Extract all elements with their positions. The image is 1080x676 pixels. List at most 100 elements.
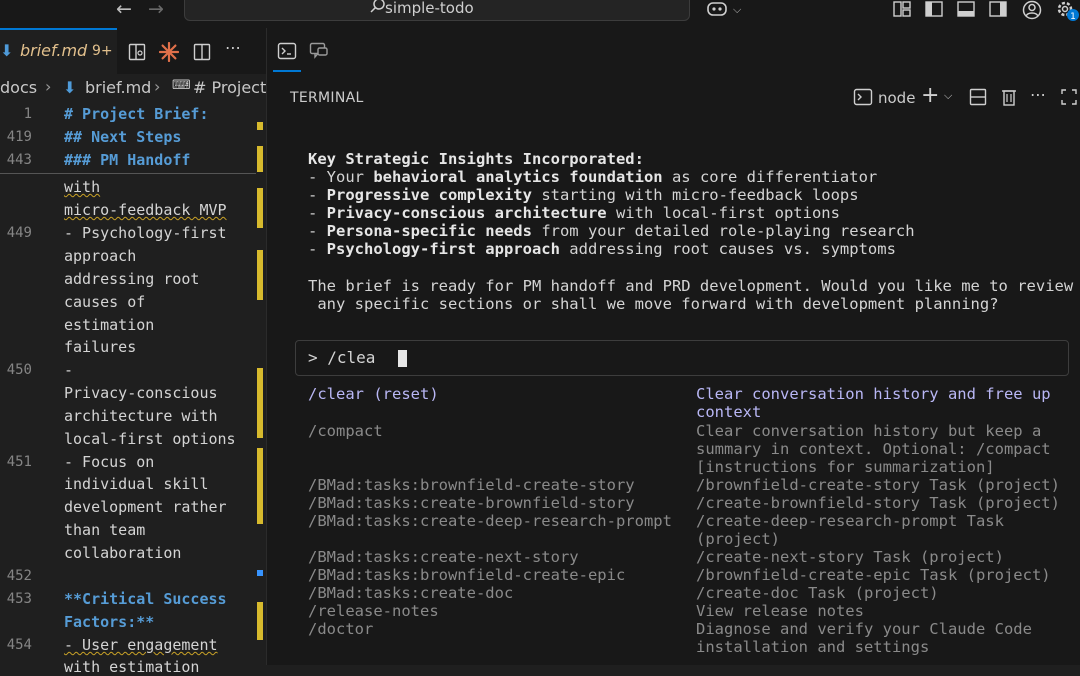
code-line: ## Next Steps <box>64 128 182 146</box>
suggestion-doctor[interactable]: /doctor <box>308 620 373 638</box>
back-arrow-icon[interactable]: ← <box>116 0 132 20</box>
ruler-marker <box>257 146 263 172</box>
copilot-icon[interactable] <box>706 0 728 18</box>
code-line: causes of <box>64 293 146 311</box>
insights-heading: Key Strategic Insights Incorporated: <box>308 150 644 168</box>
breadcrumb-file[interactable]: brief.md <box>85 78 151 97</box>
insight-line: - Persona-specific needs from your detai… <box>308 222 915 240</box>
suggestion-desc: /create-doc Task (project) <box>696 584 939 602</box>
code-line: **Critical Success <box>64 590 227 608</box>
terminal-tab-bar <box>267 28 1080 74</box>
tab-terminal[interactable] <box>273 36 301 72</box>
shell-name[interactable]: node <box>878 89 915 107</box>
chevron-right-icon: › <box>154 77 161 96</box>
suggestion-create-deep-research-prompt[interactable]: /BMad:tasks:create-deep-research-prompt <box>308 512 672 530</box>
terminal-header: TERMINAL node + ⌵ ⋯ <box>267 82 1080 114</box>
suggestion-brownfield-create-story[interactable]: /BMad:tasks:brownfield-create-story <box>308 476 635 494</box>
new-terminal-plus-icon[interactable]: + <box>921 83 939 108</box>
suggestion-desc: /brownfield-create-story Task (project) <box>696 476 1060 494</box>
closing-line: any specific sections or shall we move f… <box>308 295 999 313</box>
split-terminal-icon[interactable] <box>969 88 987 106</box>
suggestion-desc: installation and settings <box>696 638 930 656</box>
line-number: 1 <box>23 106 32 122</box>
code-line: estimation <box>64 316 155 334</box>
code-line: local-first options <box>64 430 236 448</box>
ruler-marker <box>257 122 263 130</box>
chevron-down-icon[interactable]: ⌵ <box>944 89 952 103</box>
ruler-marker <box>257 250 263 300</box>
code-line: addressing root <box>64 270 200 288</box>
closing-line: The brief is ready for PM handoff and PR… <box>308 277 1074 295</box>
suggestion-desc: /brownfield-create-epic Task (project) <box>696 566 1051 584</box>
terminal-panel: TERMINAL node + ⌵ ⋯ Key Strategic Insigh… <box>267 28 1080 665</box>
line-number: 450 <box>6 362 32 378</box>
suggestion-create-doc[interactable]: /BMad:tasks:create-doc <box>308 584 513 602</box>
line-number: 419 <box>6 129 32 145</box>
symbol-string-icon: ⌨ <box>172 78 191 93</box>
toggle-panel-icon[interactable] <box>956 0 976 18</box>
trash-icon[interactable] <box>1000 87 1018 107</box>
code-line: individual skill <box>64 475 209 493</box>
more-actions-icon[interactable]: ⋯ <box>225 38 241 57</box>
editor-tab-bar: ⬇ brief.md 9+ ⋯ <box>0 28 266 74</box>
command-input[interactable]: > /clea <box>295 340 1069 376</box>
account-icon[interactable] <box>1021 0 1043 20</box>
settings-gear-icon[interactable]: 1 <box>1054 0 1080 24</box>
command-center-search[interactable]: simple-todo <box>184 0 690 21</box>
line-number: 452 <box>6 568 32 584</box>
ruler-marker <box>257 602 263 640</box>
suggestion-create-next-story[interactable]: /BMad:tasks:create-next-story <box>308 548 579 566</box>
chevron-down-icon[interactable]: ⌵ <box>733 3 741 17</box>
suggestion-release-notes[interactable]: /release-notes <box>308 602 439 620</box>
insight-line: - Progressive complexity starting with m… <box>308 186 859 204</box>
terminal-title[interactable]: TERMINAL <box>290 90 364 106</box>
toggle-secondary-sidebar-icon[interactable] <box>988 0 1008 18</box>
ruler-marker <box>257 570 263 576</box>
command-input-value: > /clea <box>308 348 376 367</box>
search-icon <box>370 0 385 13</box>
forward-arrow-icon[interactable]: → <box>148 0 164 20</box>
editor-content[interactable]: 1 # Project Brief: 419 ## Next Steps 443… <box>0 102 266 676</box>
open-preview-icon[interactable] <box>128 43 146 61</box>
ruler-marker <box>257 368 263 438</box>
insight-line: - Your behavioral analytics foundation a… <box>308 168 878 186</box>
code-line: architecture with <box>64 407 218 425</box>
suggestion-compact[interactable]: /compact <box>308 422 383 440</box>
customize-layout-icon[interactable] <box>892 0 912 18</box>
suggestion-desc: Clear conversation history and free up <box>696 385 1051 403</box>
tab-brief-md[interactable]: ⬇ brief.md 9+ <box>0 28 117 74</box>
code-line: # Project Brief: <box>64 105 209 123</box>
breadcrumb-symbol[interactable]: # Project <box>193 78 266 97</box>
suggestion-desc: context <box>696 403 762 421</box>
suggestion-clear[interactable]: /clear (reset) <box>308 385 439 403</box>
breadcrumb: docs › ⬇ brief.md › ⌨ # Project <box>0 74 266 102</box>
code-line: than team <box>64 521 146 539</box>
suggestion-desc: /create-next-story Task (project) <box>696 548 1004 566</box>
code-line: failures <box>64 338 137 356</box>
suggestion-desc: /create-brownfield-story Task (project) <box>696 494 1060 512</box>
title-bar: ← → simple-todo ⌵ 1 <box>0 0 1080 28</box>
suggestion-desc: (project) <box>696 530 780 548</box>
insight-line: - Privacy-conscious architecture with lo… <box>308 204 840 222</box>
line-number: 443 <box>6 152 32 168</box>
toggle-primary-sidebar-icon[interactable] <box>924 0 944 18</box>
code-line: development rather <box>64 498 227 516</box>
chat-icon[interactable] <box>309 42 329 60</box>
code-line: - Focus on <box>64 453 155 471</box>
claude-sparkle-icon[interactable] <box>159 42 179 62</box>
suggestion-desc: Diagnose and verify your Claude Code <box>696 620 1032 638</box>
split-editor-icon[interactable] <box>193 43 211 61</box>
svg-text:1: 1 <box>1070 12 1076 22</box>
code-line: collaboration <box>64 544 182 562</box>
code-line: Factors:** <box>64 613 155 631</box>
ruler-marker <box>257 188 263 228</box>
suggestion-create-brownfield-story[interactable]: /BMad:tasks:create-brownfield-story <box>308 494 635 512</box>
search-label: simple-todo <box>385 0 474 17</box>
sticky-scroll-divider <box>0 173 256 174</box>
breadcrumb-docs[interactable]: docs <box>0 78 37 97</box>
text-caret <box>398 350 407 367</box>
code-line: approach <box>64 247 137 265</box>
suggestion-brownfield-create-epic[interactable]: /BMad:tasks:brownfield-create-epic <box>308 566 625 584</box>
maximize-panel-icon[interactable] <box>1060 88 1078 106</box>
more-actions-icon[interactable]: ⋯ <box>1030 85 1046 104</box>
